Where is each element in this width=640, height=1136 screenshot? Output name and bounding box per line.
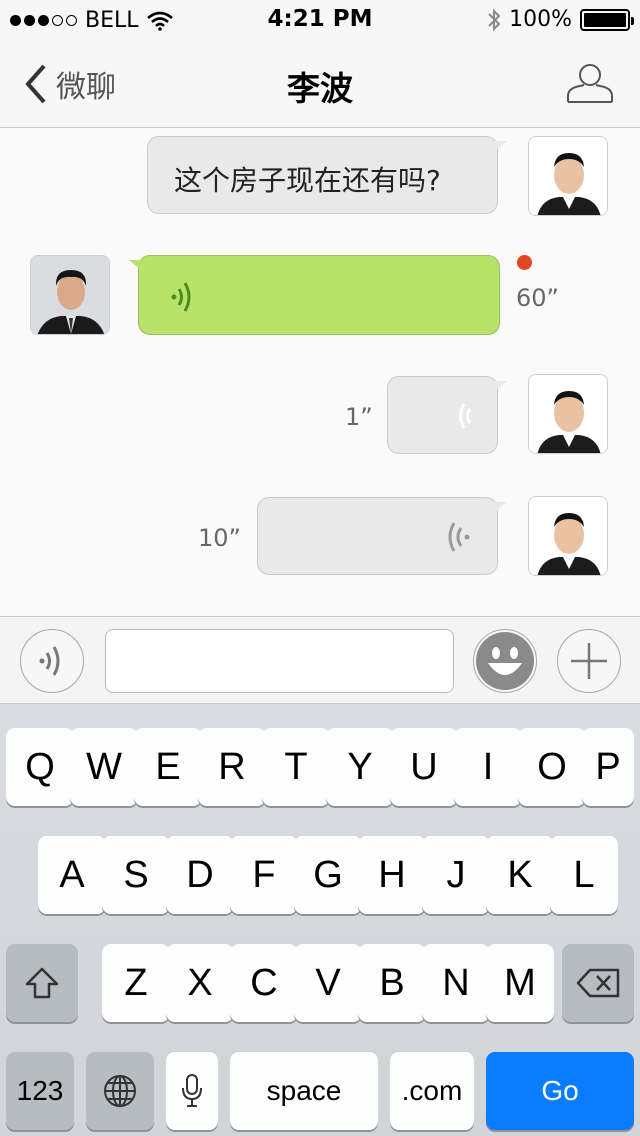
key-m[interactable]: M [486,944,554,1022]
dotcom-key-label: .com [401,1075,463,1106]
navigation-bar: 微聊 李波 [0,40,640,128]
microphone-icon [182,1074,202,1107]
voice-duration: 60” [516,284,559,312]
key-s[interactable]: S [102,836,170,914]
keyboard: Q W E R T Y U I O P A S D F G H J K L Z … [0,704,640,1136]
space-key[interactable]: space [230,1052,378,1130]
page-title: 李波 [287,69,353,108]
avatar-self[interactable] [528,496,608,576]
sound-wave-icon [448,522,470,552]
go-key-label: Go [541,1075,579,1106]
numbers-key-label: 123 [16,1075,64,1106]
person-photo-icon [529,497,607,575]
voice-input-button[interactable] [20,629,84,693]
unread-dot [517,255,532,270]
avatar-self[interactable] [528,136,608,216]
key-l[interactable]: L [550,836,618,914]
shift-key[interactable] [6,944,78,1022]
key-p[interactable]: P [582,728,634,806]
bluetooth-icon [488,8,501,31]
key-d[interactable]: D [166,836,234,914]
smiley-icon [476,632,534,690]
battery-percent: 100% [509,7,572,32]
delete-key[interactable] [562,944,634,1022]
key-t[interactable]: T [262,728,330,806]
key-i[interactable]: I [454,728,522,806]
key-v[interactable]: V [294,944,362,1022]
status-bar: BELL 4:21 PM 100% [0,0,640,40]
plus-icon [571,643,607,679]
key-w[interactable]: W [70,728,138,806]
contact-profile-button[interactable] [566,62,614,108]
key-z[interactable]: Z [102,944,170,1022]
key-n[interactable]: N [422,944,490,1022]
globe-icon [104,1075,136,1107]
globe-key[interactable] [86,1052,154,1130]
add-attachment-button[interactable] [557,629,621,693]
key-g[interactable]: G [294,836,362,914]
person-photo-icon [529,375,607,453]
message-bubble-text[interactable]: 这个房子现在还有吗? [147,136,507,214]
key-e[interactable]: E [134,728,202,806]
key-u[interactable]: U [390,728,458,806]
key-k[interactable]: K [486,836,554,914]
key-j[interactable]: J [422,836,490,914]
person-icon [567,64,613,103]
voice-message-bubble[interactable] [257,497,507,575]
dictation-key[interactable] [166,1052,218,1130]
person-photo-icon [529,137,607,215]
person-photo-icon [31,256,109,334]
sound-wave-icon [459,403,472,429]
message-text: 这个房子现在还有吗? [174,164,441,197]
key-f[interactable]: F [230,836,298,914]
key-o[interactable]: O [518,728,586,806]
sound-wave-icon [171,282,191,312]
dotcom-key[interactable]: .com [390,1052,474,1130]
avatar-self[interactable] [528,374,608,454]
message-text-field[interactable] [105,629,454,693]
message-input-bar [0,616,640,704]
backspace-icon [576,968,620,998]
voice-message-bubble[interactable] [387,376,507,454]
key-c[interactable]: C [230,944,298,1022]
space-key-label: space [266,1075,342,1106]
key-b[interactable]: B [358,944,426,1022]
battery-icon [580,8,634,31]
voice-duration: 1” [345,403,373,431]
chat-area[interactable]: 这个房子现在还有吗? 60” 1” 10” [0,129,640,616]
sound-wave-icon [39,646,60,676]
key-r[interactable]: R [198,728,266,806]
shift-arrow-icon [25,967,59,999]
voice-duration: 10” [198,524,241,552]
key-q[interactable]: Q [6,728,74,806]
numbers-key[interactable]: 123 [6,1052,74,1130]
voice-message-bubble[interactable] [129,255,500,335]
avatar-contact[interactable] [30,255,110,335]
key-x[interactable]: X [166,944,234,1022]
key-a[interactable]: A [38,836,106,914]
go-key[interactable]: Go [486,1052,634,1130]
key-h[interactable]: H [358,836,426,914]
emoji-button[interactable] [473,629,537,693]
key-y[interactable]: Y [326,728,394,806]
